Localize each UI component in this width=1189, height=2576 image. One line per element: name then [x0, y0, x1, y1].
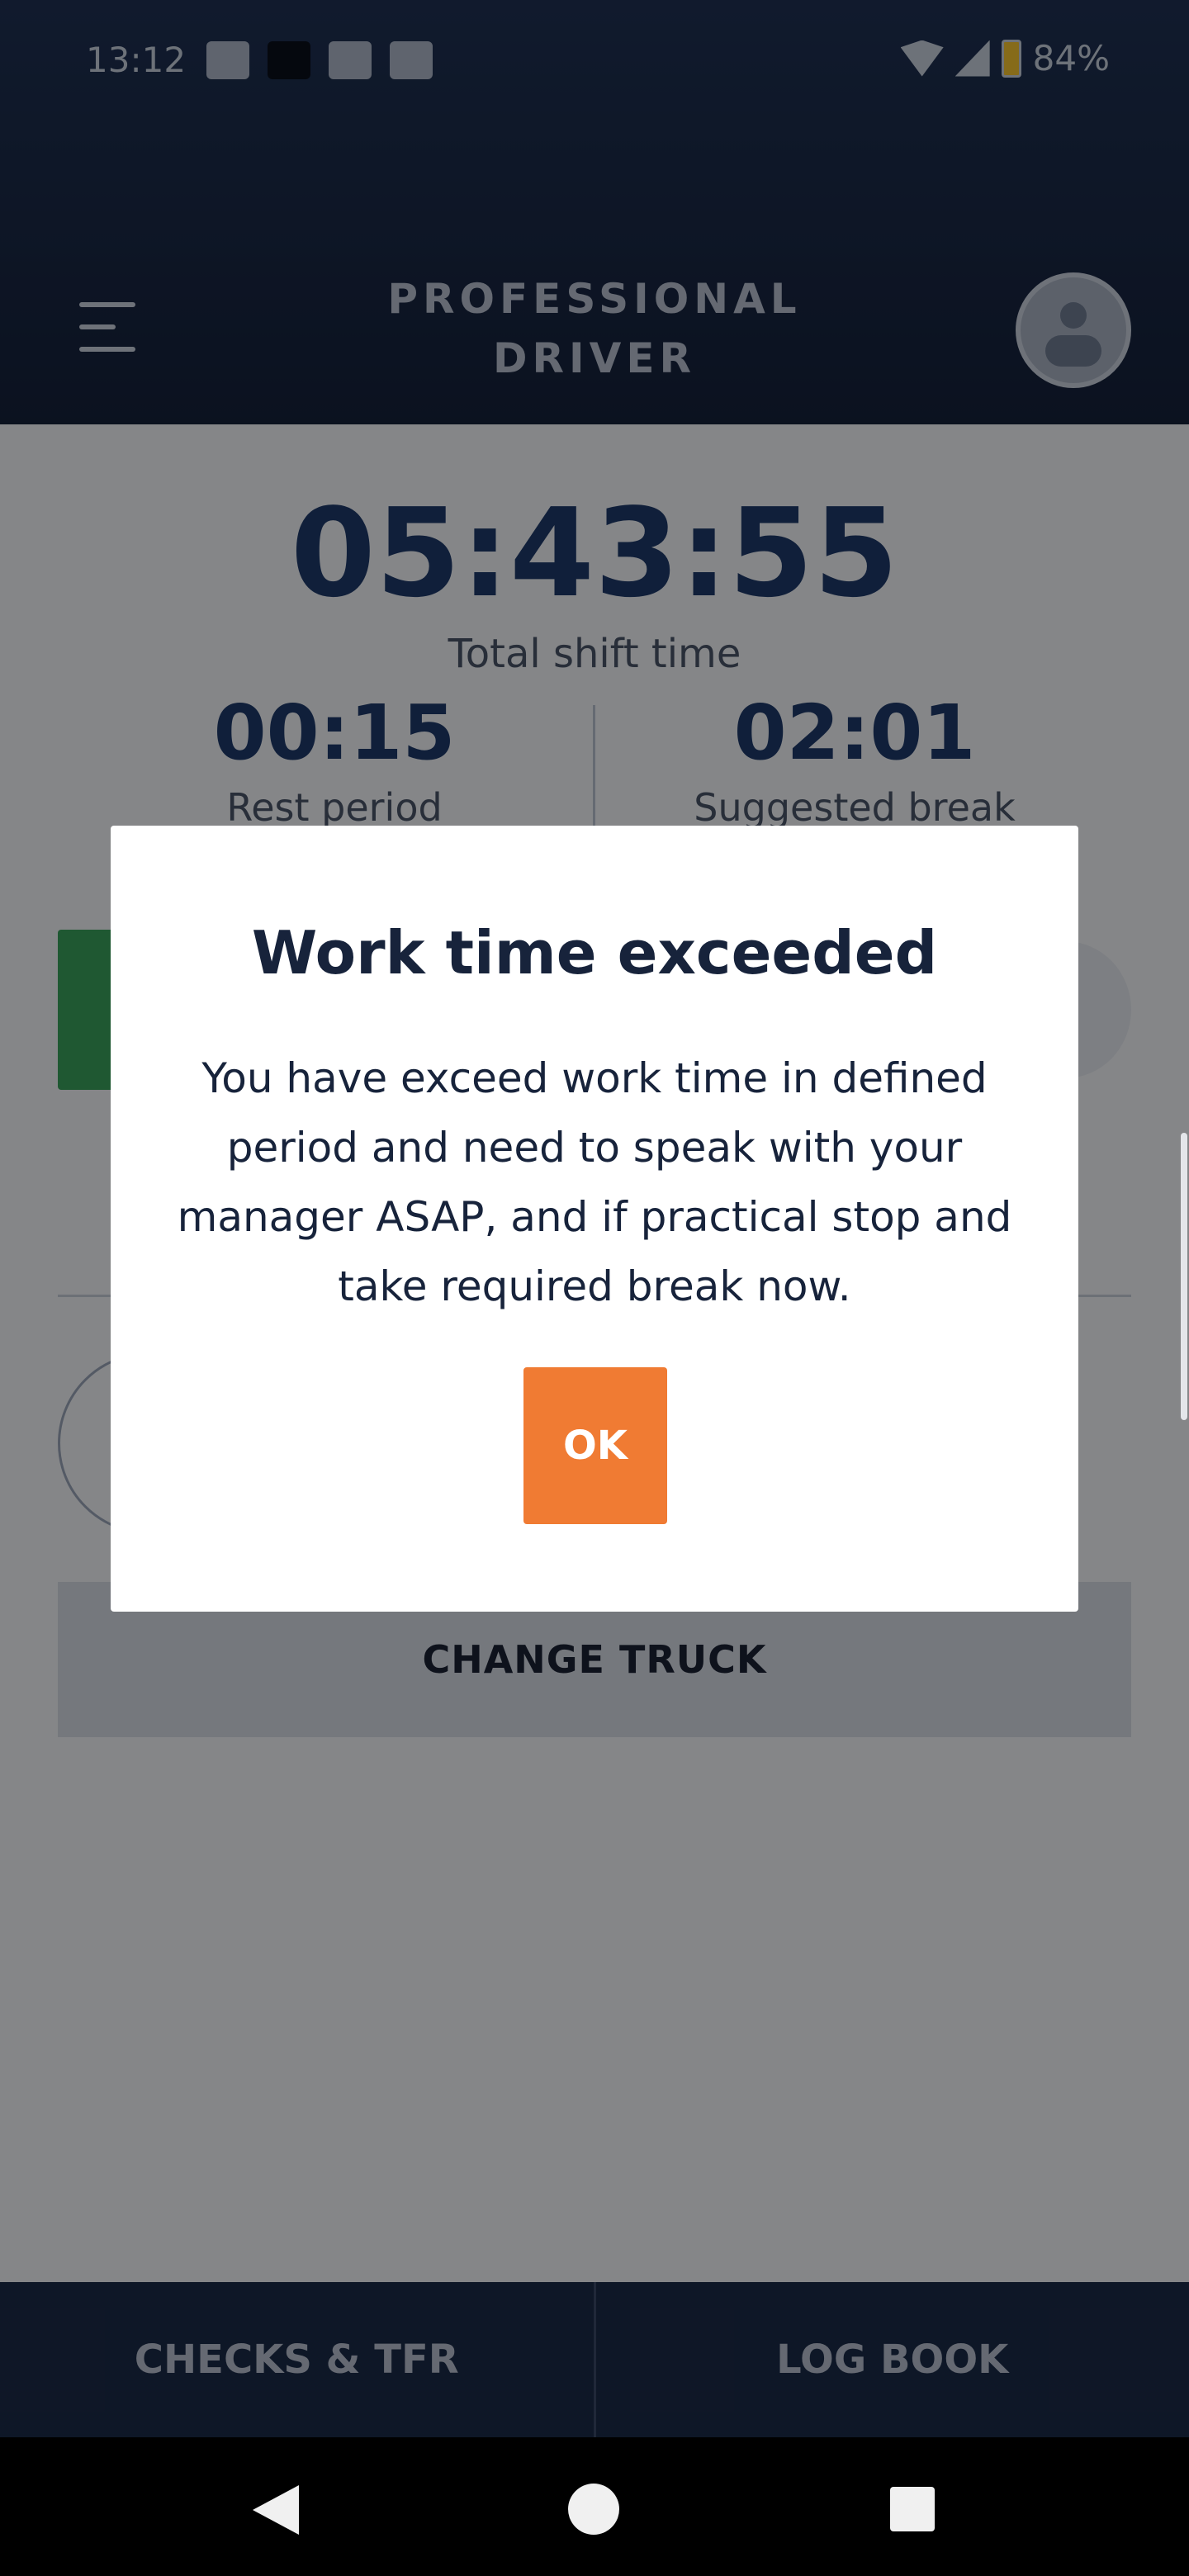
dialog-title: Work time exceeded [251, 918, 938, 987]
scrollbar[interactable] [1181, 1133, 1187, 1420]
dialog-message: You have exceed work time in defined per… [177, 1054, 1012, 1310]
recent-apps-icon[interactable] [890, 2487, 935, 2531]
system-navigation-bar [0, 2437, 1189, 2576]
work-time-exceeded-dialog: Work time exceeded You have exceed work … [111, 826, 1078, 1612]
ok-button[interactable]: OK [523, 1367, 667, 1524]
back-icon[interactable] [253, 2485, 299, 2535]
home-icon[interactable] [568, 2484, 619, 2535]
